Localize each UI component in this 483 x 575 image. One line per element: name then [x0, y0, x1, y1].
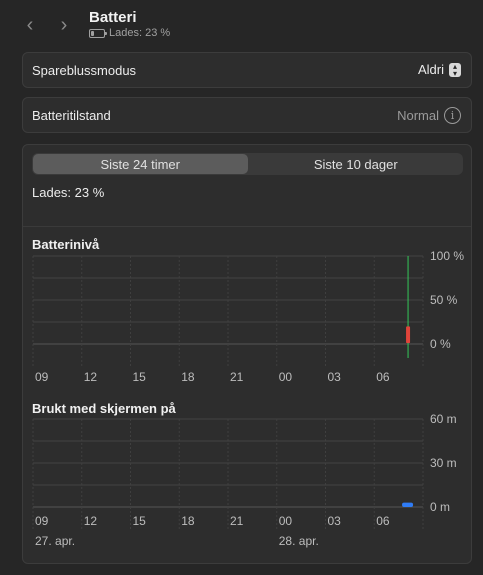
x-tick-label: 15 — [133, 514, 147, 528]
charging-subtitle: Lades: 23 % — [89, 27, 170, 39]
x-tick-label: 18 — [181, 514, 195, 528]
y-tick-label: 100 % — [430, 249, 464, 263]
chevron-right-icon: › — [60, 13, 68, 36]
x-tick-label: 09 — [35, 514, 49, 528]
usage-panel: Siste 24 timer Siste 10 dager Lades: 23 … — [22, 144, 472, 564]
x-tick-label: 21 — [230, 370, 244, 384]
battery-level-bar — [406, 326, 411, 344]
battery-health-value-group: Normal i — [397, 107, 461, 124]
y-tick-label: 30 m — [430, 456, 457, 470]
y-tick-label: 60 m — [430, 412, 457, 426]
page-title: Batteri — [89, 9, 137, 26]
battery-health-value: Normal — [397, 108, 439, 123]
x-tick-label: 00 — [279, 514, 293, 528]
screen-on-chart: 60 m 30 m 0 m 09 12 15 18 21 00 03 06 27. apr. 28.… — [32, 412, 457, 548]
screen-on-bar — [402, 502, 414, 507]
low-power-value: Aldri — [417, 62, 444, 77]
info-icon[interactable]: i — [444, 107, 461, 124]
battery-health-row: Batteritilstand Normal i — [22, 97, 472, 133]
low-power-select[interactable]: Aldri ▴ ▾ — [418, 62, 461, 77]
x-tick-label: 12 — [84, 514, 98, 528]
y-tick-label: 0 % — [430, 337, 451, 351]
battery-level-chart: 100 % 50 % 0 % 09 12 15 18 21 00 03 06 — [32, 249, 464, 384]
date-label: 28. apr. — [279, 534, 319, 548]
x-tick-label: 21 — [230, 514, 244, 528]
x-tick-label: 03 — [328, 514, 342, 528]
battery-icon — [89, 28, 107, 38]
x-tick-label: 12 — [84, 370, 98, 384]
charts-canvas: 100 % 50 % 0 % 09 12 15 18 21 00 03 06 60 m 30 m 0 … — [32, 249, 464, 548]
low-power-row: Spareblussmodus Aldri ▴ ▾ — [22, 52, 472, 88]
forward-button[interactable]: › — [53, 12, 75, 38]
subtitle-text: Lades: 23 % — [109, 27, 171, 39]
back-button[interactable]: ‹ — [19, 12, 41, 38]
low-power-label: Spareblussmodus — [32, 63, 137, 78]
x-tick-label: 15 — [133, 370, 147, 384]
x-tick-label: 03 — [328, 370, 342, 384]
battery-health-label: Batteritilstand — [32, 108, 111, 123]
y-tick-label: 50 % — [430, 293, 458, 307]
date-label: 27. apr. — [35, 534, 75, 548]
x-tick-label: 09 — [35, 370, 49, 384]
x-tick-label: 06 — [376, 370, 390, 384]
x-tick-label: 00 — [279, 370, 293, 384]
y-tick-label: 0 m — [430, 500, 450, 514]
updown-chevron-icon: ▴ ▾ — [449, 62, 461, 77]
chevron-left-icon: ‹ — [26, 13, 34, 36]
x-tick-label: 06 — [376, 514, 390, 528]
x-tick-label: 18 — [181, 370, 195, 384]
